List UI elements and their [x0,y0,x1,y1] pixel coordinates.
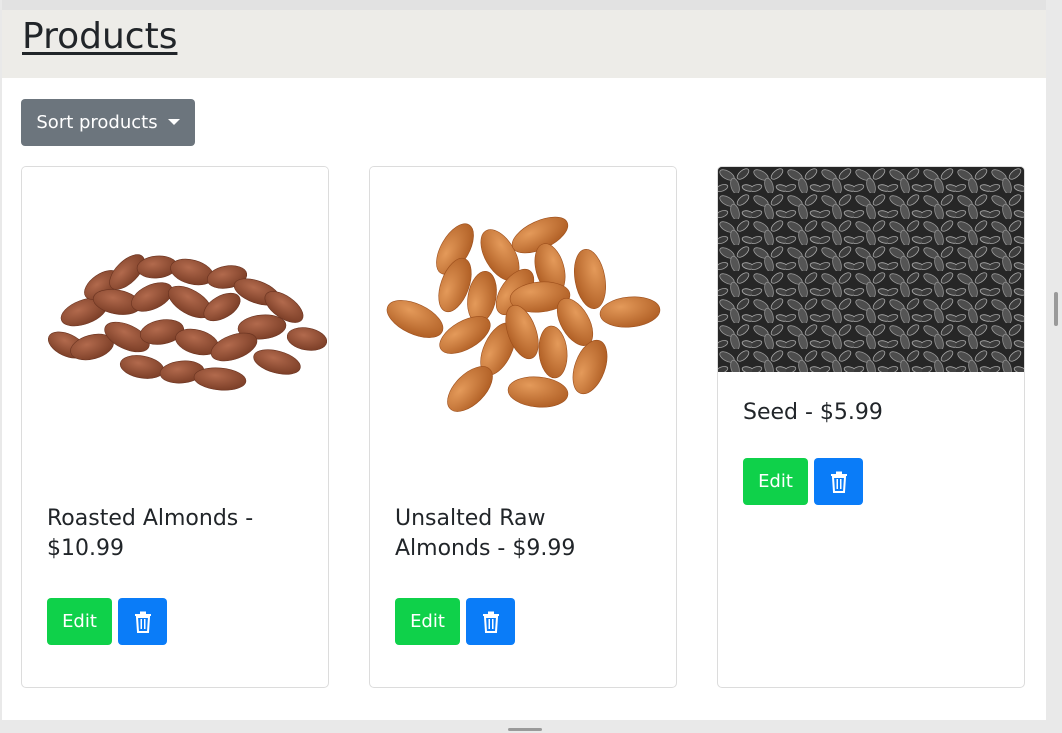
edit-button[interactable]: Edit [395,598,460,645]
product-card: Roasted Almonds - $10.99 Edit [21,166,329,688]
product-card: Seed - $5.99 Edit [717,166,1025,688]
product-title: Seed - $5.99 [743,400,883,425]
raw-almonds-image [370,167,676,457]
trash-icon [482,611,499,633]
page-frame: Products Sort products Roasted Almonds -… [2,0,1046,720]
card-body: Roasted Almonds - $10.99 Edit [22,457,328,645]
delete-button[interactable] [466,598,515,645]
resize-handle-horizontal[interactable] [508,728,542,731]
card-actions: Edit [47,598,303,645]
sunflower-seeds-image [718,167,1024,372]
product-card: Unsalted Raw Almonds - $9.99 Edit [369,166,677,688]
product-title: Unsalted Raw Almonds - $9.99 [395,506,576,561]
raw-almonds-image-graphic [386,216,661,412]
sort-products-button[interactable]: Sort products [21,99,195,146]
caret-down-icon [167,118,180,125]
delete-button[interactable] [118,598,167,645]
sort-products-label: Sort products [36,112,158,133]
card-body: Unsalted Raw Almonds - $9.99 Edit [370,457,676,645]
trash-icon [830,471,847,493]
roasted-almonds-image-graphic [47,254,328,391]
product-title: Roasted Almonds - $10.99 [47,506,254,561]
roasted-almonds-image [22,167,328,457]
resize-handle-vertical[interactable] [1054,292,1058,326]
sunflower-seeds-image-graphic [718,167,1024,372]
card-actions: Edit [743,458,999,505]
page-header: Products [2,10,1046,78]
delete-button[interactable] [814,458,863,505]
card-actions: Edit [395,598,651,645]
edit-button[interactable]: Edit [47,598,112,645]
trash-icon [134,611,151,633]
edit-button[interactable]: Edit [743,458,808,505]
page-title: Products [22,16,178,57]
card-body: Seed - $5.99 Edit [718,372,1024,505]
